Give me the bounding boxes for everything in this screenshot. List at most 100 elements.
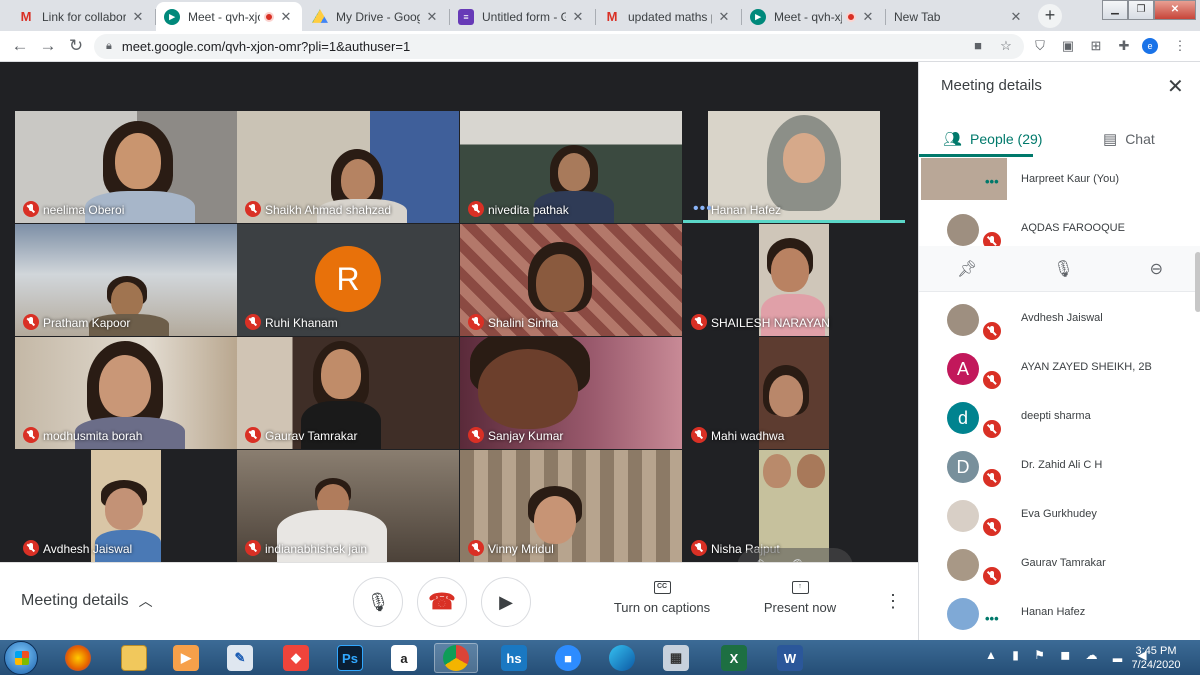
close-tab-icon[interactable]: ✕ (424, 9, 440, 25)
explorer-icon[interactable] (112, 643, 156, 673)
participant-tile[interactable]: ••• Hanan Hafez (683, 111, 905, 223)
tab-gmail-1[interactable]: M Link for collaborati ✕ (10, 2, 154, 31)
taskbar-clock[interactable]: 3:45 PM 7/24/2020 (1126, 644, 1186, 672)
calculator-icon[interactable]: ▦ (654, 643, 698, 673)
tab-drive[interactable]: My Drive - Google ✕ (304, 2, 448, 31)
address-bar[interactable]: 🔒︎ meet.google.com/qvh-xjon-omr?pli=1&au… (94, 34, 1024, 59)
photoshop-icon[interactable]: Ps (328, 643, 372, 673)
participant-name: modhusmita borah (43, 429, 143, 443)
code-extension-icon[interactable]: ▣ (1060, 38, 1076, 54)
close-tab-icon[interactable]: ✕ (860, 9, 876, 25)
excel-icon[interactable]: X (712, 643, 756, 673)
media-player-icon[interactable]: ▶ (164, 643, 208, 673)
avatar: d (947, 402, 979, 434)
back-button[interactable]: ← (10, 36, 30, 56)
tab-people[interactable]: 👥︎ People (29) (943, 124, 1042, 154)
grid-extension-icon[interactable]: ⊞ (1088, 38, 1104, 54)
close-tab-icon[interactable]: ✕ (716, 9, 732, 25)
extensions-puzzle-icon[interactable]: ✚ (1116, 38, 1132, 54)
muted-mic-icon (468, 540, 484, 556)
leave-call-button[interactable]: ☎︎ (417, 577, 467, 627)
list-item[interactable]: A AYAN ZAYED SHEIKH, 2B (919, 344, 1200, 393)
reload-button[interactable]: ↻ (66, 36, 86, 56)
word-icon[interactable]: W (768, 643, 812, 673)
maximize-button[interactable]: ❐ (1128, 0, 1154, 20)
browser-menu-icon[interactable]: ⋮ (1172, 38, 1188, 54)
participant-tile[interactable]: Shaikh Ahmad shahzad (237, 111, 459, 223)
participant-name: Avdhesh Jaiswal (43, 542, 133, 556)
participant-tile[interactable]: modhusmita borah (15, 337, 237, 449)
participant-tile[interactable]: Pratham Kapoor (15, 224, 237, 336)
anydesk-icon[interactable]: ◆ (274, 643, 318, 673)
microphone-button[interactable]: 🎙︎ (353, 577, 403, 627)
tab-meet-2[interactable]: ▸ Meet - qvh-xjo ✕ (742, 2, 884, 31)
paint-icon[interactable]: ✎ (218, 643, 262, 673)
participant-tile[interactable]: SHAILESH NARAYAN (683, 224, 905, 336)
firefox-icon[interactable] (56, 643, 100, 673)
hubstaff-icon[interactable]: hs (492, 643, 536, 673)
tab-chat[interactable]: ▤ Chat (1103, 124, 1155, 154)
participant-tile[interactable]: indianabhishek jain (237, 450, 459, 562)
edge-icon[interactable] (600, 643, 644, 673)
remove-participant-icon[interactable]: ⊖ (1150, 259, 1163, 279)
close-tab-icon[interactable]: ✕ (130, 9, 146, 25)
start-button[interactable] (4, 641, 38, 675)
video-grid: neelima Oberoi Shaikh Ahmad shahzad nive… (0, 62, 918, 586)
mute-participant-icon[interactable]: 🎙︎ (1053, 259, 1073, 279)
forward-button[interactable]: → (38, 36, 58, 56)
chevron-up-icon: ︿ (138, 593, 153, 609)
bookmark-star-icon[interactable]: ☆ (998, 38, 1014, 54)
person-name: deepti sharma (1021, 410, 1091, 422)
participant-tile[interactable]: Shalini Sinha (460, 224, 682, 336)
participant-tile[interactable]: R Ruhi Khanam (237, 224, 459, 336)
participant-tile[interactable]: Sanjay Kumar (460, 337, 682, 449)
zoom-icon[interactable]: ■ (546, 643, 590, 673)
list-item[interactable]: Avdhesh Jaiswal (919, 295, 1200, 344)
list-item[interactable]: D Dr. Zahid Ali C H (919, 442, 1200, 491)
close-panel-icon[interactable]: ✕ (1167, 74, 1184, 99)
muted-mic-icon (468, 201, 484, 217)
clock-time: 3:45 PM (1135, 645, 1177, 657)
participant-tile[interactable]: Mahi wadhwa (683, 337, 905, 449)
new-tab-button[interactable]: + (1038, 4, 1062, 28)
tab-title: Link for collaborati (42, 9, 126, 24)
list-item[interactable]: d deepti sharma (919, 393, 1200, 442)
audible-icon[interactable]: a (382, 643, 426, 673)
captions-label: Turn on captions (613, 600, 711, 615)
speaking-indicator-icon: ••• (985, 611, 999, 626)
list-item[interactable]: ••• Hanan Hafez (919, 589, 1200, 638)
speaking-indicator-icon: ••• (985, 174, 999, 189)
close-tab-icon[interactable]: ✕ (570, 9, 586, 25)
tab-title: Meet - qvh-xjo (774, 9, 842, 24)
close-tab-icon[interactable]: ✕ (1008, 9, 1024, 25)
participant-tile[interactable]: Gaurav Tamrakar (237, 337, 459, 449)
close-window-button[interactable]: ✕ (1154, 0, 1196, 20)
muted-mic-icon (981, 565, 1003, 587)
present-now-button[interactable]: ↑ Present now (760, 581, 840, 615)
captions-button[interactable]: CC Turn on captions (610, 581, 714, 615)
meeting-details-toggle[interactable]: Meeting details ︿ (21, 591, 153, 611)
tab-forms[interactable]: ≡ Untitled form - Goo ✕ (450, 2, 594, 31)
participant-tile[interactable]: nivedita pathak (460, 111, 682, 223)
tab-title: Untitled form - Goo (482, 9, 566, 24)
list-item[interactable]: Eva Gurkhudey (919, 491, 1200, 540)
chrome-icon[interactable] (434, 643, 478, 673)
tab-gmail-2[interactable]: M updated maths pt ✕ (596, 2, 740, 31)
camera-indicator-icon[interactable]: ■ (970, 38, 986, 54)
profile-avatar-icon[interactable]: e (1142, 38, 1158, 54)
shield-extension-icon[interactable]: ⛉ (1032, 38, 1048, 54)
minimize-button[interactable]: ▁ (1102, 0, 1128, 20)
participant-tile[interactable]: Nisha Rajput (683, 450, 905, 562)
list-item[interactable]: ••• Harpreet Kaur (You) (919, 156, 1200, 205)
pin-icon[interactable]: 📌︎ (957, 259, 977, 279)
tab-new-tab[interactable]: New Tab ✕ (886, 2, 1032, 31)
participant-tile[interactable]: Avdhesh Jaiswal (15, 450, 237, 562)
close-tab-icon[interactable]: ✕ (278, 9, 294, 25)
list-item[interactable]: Gaurav Tamrakar (919, 540, 1200, 589)
people-list-scrollbar[interactable] (1195, 252, 1200, 312)
participant-tile[interactable]: Vinny Mridul (460, 450, 682, 562)
tab-meet-active[interactable]: ▸ Meet - qvh-xjo ✕ (156, 2, 302, 31)
more-options-icon[interactable]: ⋮ (884, 591, 902, 611)
participant-tile[interactable]: neelima Oberoi (15, 111, 237, 223)
camera-button[interactable]: ▶︎ (481, 577, 531, 627)
